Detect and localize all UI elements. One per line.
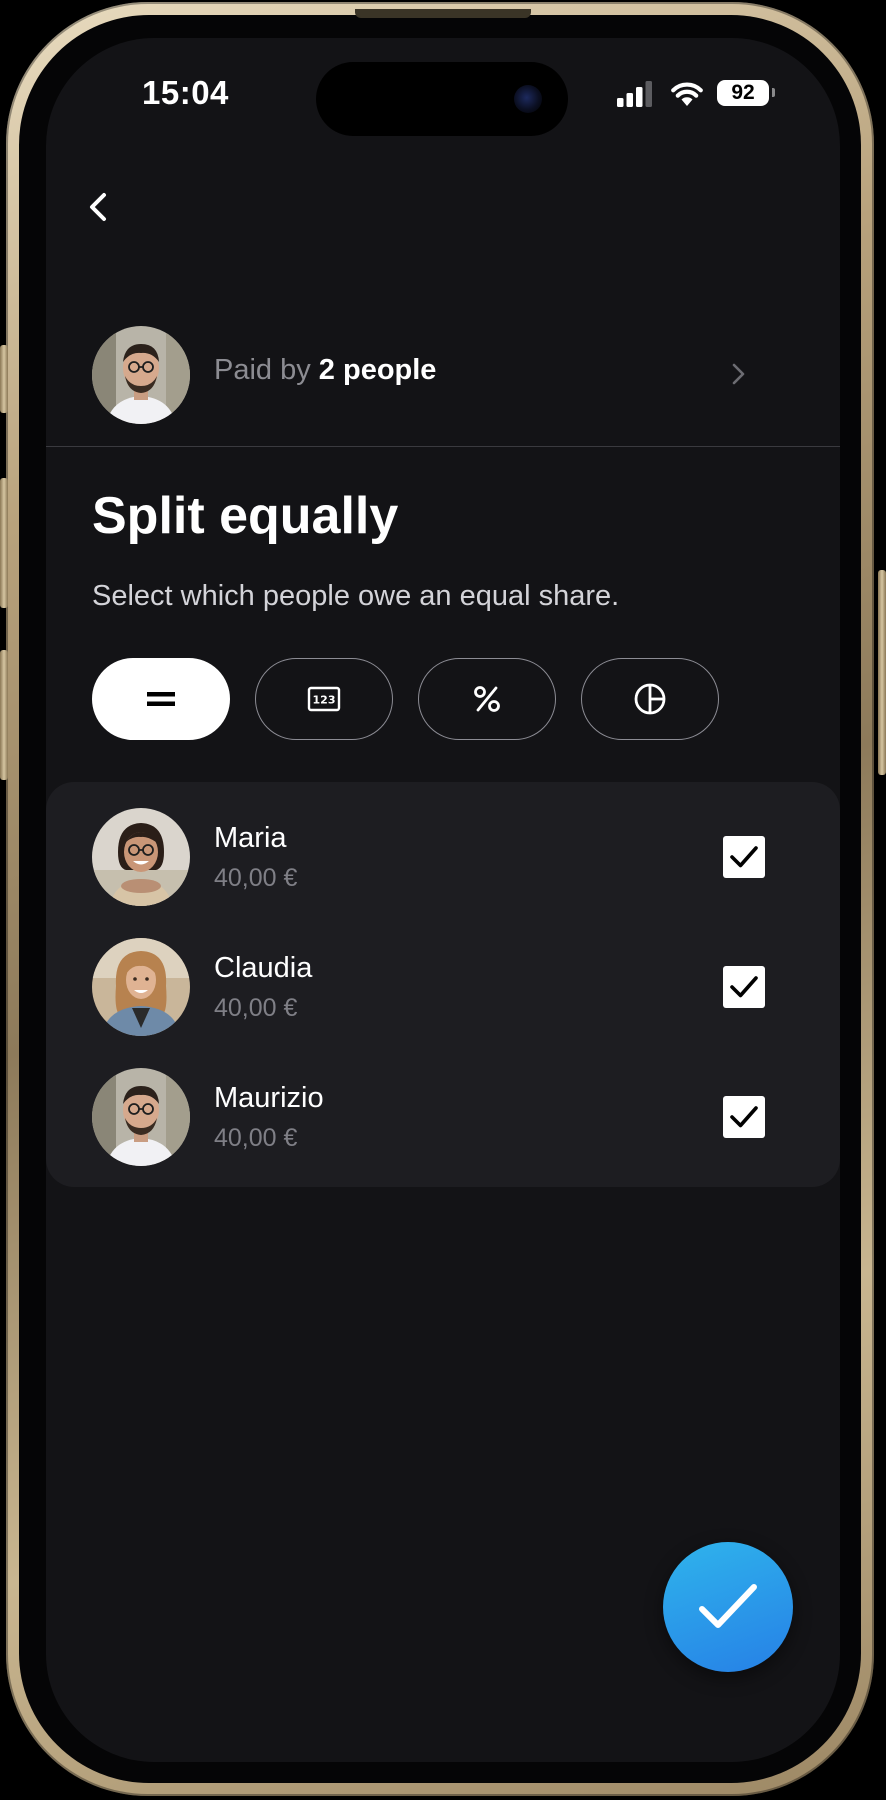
paid-by-prefix: Paid by bbox=[214, 354, 311, 386]
divider bbox=[46, 446, 840, 447]
battery-tip bbox=[772, 88, 775, 97]
pie-chart-icon bbox=[634, 683, 666, 715]
mute-switch bbox=[0, 345, 8, 413]
person-amount: 40,00 € bbox=[214, 1124, 298, 1152]
person-amount: 40,00 € bbox=[214, 994, 298, 1022]
dynamic-island bbox=[316, 62, 568, 136]
list-item[interactable]: Maurizio 40,00 € bbox=[92, 1068, 792, 1168]
mode-shares-button[interactable] bbox=[581, 658, 719, 740]
avatar bbox=[92, 808, 190, 906]
volume-down-button bbox=[0, 650, 8, 780]
chevron-right-icon bbox=[732, 363, 745, 385]
checkmark-icon bbox=[730, 976, 758, 998]
camera-lens bbox=[514, 85, 542, 113]
split-mode-selector: 123 bbox=[92, 658, 792, 740]
equals-icon bbox=[147, 692, 175, 706]
screen: 15:04 92 Paid by 2 people Split equally … bbox=[46, 38, 840, 1762]
back-button[interactable] bbox=[80, 182, 120, 232]
page-subtitle: Select which people owe an equal share. bbox=[92, 580, 620, 612]
person-name: Maria bbox=[214, 822, 287, 854]
person-name: Claudia bbox=[214, 952, 313, 984]
battery-icon: 92 bbox=[717, 80, 769, 106]
wifi-icon bbox=[671, 82, 703, 106]
avatar bbox=[92, 1068, 190, 1166]
power-button bbox=[878, 570, 886, 775]
mode-equal-button[interactable] bbox=[92, 658, 230, 740]
avatar-payer bbox=[92, 326, 190, 424]
cellular-signal-icon bbox=[617, 81, 652, 107]
person-checkbox[interactable] bbox=[723, 1096, 765, 1138]
paid-by-label: Paid by 2 people bbox=[214, 354, 436, 387]
svg-text:123: 123 bbox=[313, 694, 336, 707]
status-time: 15:04 bbox=[142, 74, 229, 111]
list-item[interactable]: Maria 40,00 € bbox=[92, 808, 792, 908]
checkmark-icon bbox=[730, 1106, 758, 1128]
checkmark-icon bbox=[699, 1584, 757, 1628]
mode-amount-button[interactable]: 123 bbox=[255, 658, 393, 740]
chevron-left-icon bbox=[90, 193, 106, 221]
paid-by-row[interactable]: Paid by 2 people bbox=[92, 326, 792, 426]
people-list: Maria 40,00 € Claudia 40,00 € Maurizio 4… bbox=[46, 782, 840, 1187]
person-amount: 40,00 € bbox=[214, 864, 298, 892]
page-title: Split equally bbox=[92, 487, 399, 545]
volume-up-button bbox=[0, 478, 8, 608]
person-checkbox[interactable] bbox=[723, 966, 765, 1008]
avatar bbox=[92, 938, 190, 1036]
mode-percentage-button[interactable] bbox=[418, 658, 556, 740]
confirm-button[interactable] bbox=[663, 1542, 793, 1672]
paid-by-count: 2 people bbox=[318, 354, 437, 386]
checkmark-icon bbox=[730, 846, 758, 868]
speaker-slot bbox=[355, 9, 531, 18]
list-item[interactable]: Claudia 40,00 € bbox=[92, 938, 792, 1038]
number-keypad-icon: 123 bbox=[307, 686, 341, 712]
person-checkbox[interactable] bbox=[723, 836, 765, 878]
person-name: Maurizio bbox=[214, 1082, 324, 1114]
percent-icon bbox=[474, 686, 500, 712]
